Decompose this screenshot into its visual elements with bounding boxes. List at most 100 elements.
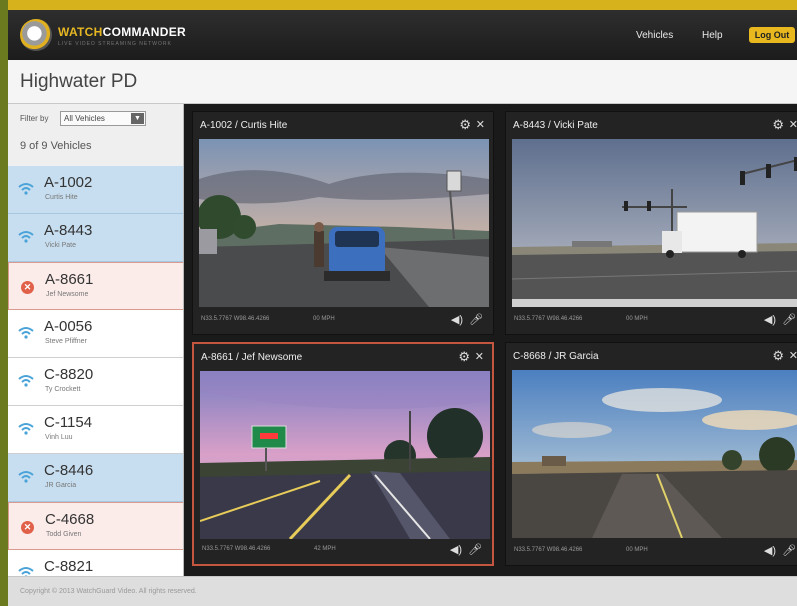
vehicle-officer: Curtis Hite <box>45 194 78 201</box>
wifi-icon <box>18 470 34 486</box>
speed-readout: 00 MPH <box>626 547 648 553</box>
microphone-icon[interactable]: 🎤︎ <box>782 313 796 326</box>
close-icon[interactable]: ✕ <box>789 118 797 131</box>
close-icon[interactable]: ✕ <box>476 118 485 131</box>
camera-header: C-8668 / JR Garcia ⚙ ✕ <box>506 343 797 369</box>
vehicle-officer: Jef Newsome <box>46 291 89 298</box>
header-bar: WATCHCOMMANDER LIVE VIDEO STREAMING NETW… <box>8 10 797 60</box>
camera-title: A-1002 / Curtis Hite <box>200 120 288 131</box>
logo-brand-a: WATCH <box>58 25 103 39</box>
app-window: WATCHCOMMANDER LIVE VIDEO STREAMING NETW… <box>8 0 797 606</box>
vehicle-id: A-8661 <box>45 271 94 288</box>
camera-header: A-1002 / Curtis Hite ⚙ ✕ <box>193 112 493 138</box>
vehicle-id: C-4668 <box>45 511 95 528</box>
gear-icon[interactable]: ⚙ <box>772 117 784 133</box>
page-header: Highwater PD <box>8 60 797 104</box>
microphone-icon[interactable]: 🎤︎ <box>468 543 482 556</box>
camera-tile[interactable]: A-8443 / Vicki Pate ⚙ ✕ N33.5.7767 W98.4… <box>505 111 797 335</box>
vehicle-officer: Steve Pfiffner <box>45 338 87 345</box>
vehicle-officer: Vicki Pate <box>45 242 76 249</box>
speed-readout: 00 MPH <box>313 316 335 322</box>
vehicle-officer: Vinh Luu <box>45 434 73 441</box>
gear-icon[interactable]: ⚙ <box>772 348 784 364</box>
gps-readout: N33.5.7767 W98.46.4266 <box>514 316 583 322</box>
wifi-icon <box>18 566 34 576</box>
camera-header: A-8443 / Vicki Pate ⚙ ✕ <box>506 112 797 138</box>
vehicle-list-item[interactable]: C-1154 Vinh Luu <box>8 406 183 454</box>
top-accent-bar <box>8 0 797 10</box>
vehicle-list-item[interactable]: C-8446 JR Garcia <box>8 454 183 502</box>
speaker-icon[interactable]: ◀) <box>764 544 776 557</box>
gear-icon[interactable]: ⚙ <box>458 349 470 365</box>
alert-x-icon: ✕ <box>21 281 34 294</box>
nav-vehicles-link[interactable]: Vehicles <box>636 30 673 41</box>
vehicle-list-item[interactable]: C-8820 Ty Crockett <box>8 358 183 406</box>
speed-readout: 00 MPH <box>626 316 648 322</box>
vehicle-count: 9 of 9 Vehicles <box>20 140 92 152</box>
wifi-icon <box>18 326 34 342</box>
chevron-down-icon: ▼ <box>131 113 144 124</box>
speaker-icon[interactable]: ◀) <box>450 543 462 556</box>
gps-readout: N33.5.7767 W98.46.4266 <box>202 546 271 552</box>
camera-title: C-8668 / JR Garcia <box>513 351 599 362</box>
close-icon[interactable]: ✕ <box>475 350 484 363</box>
camera-footer: N33.5.7767 W98.46.4266 42 MPH ◀) 🎤︎ <box>194 537 492 564</box>
vehicle-list-item[interactable]: ✕ C-4668 Todd Given <box>8 502 183 550</box>
close-icon[interactable]: ✕ <box>789 349 797 362</box>
camera-header: A-8661 / Jef Newsome ⚙ ✕ <box>194 344 492 370</box>
vehicle-list: A-1002 Curtis Hite A-8443 Vicki Pate ✕ A… <box>8 166 183 576</box>
vehicle-id: A-1002 <box>44 174 93 191</box>
vehicle-officer: Todd Given <box>46 531 82 538</box>
page-footer: Copyright © 2013 WatchGuard Video. All r… <box>8 576 797 606</box>
vehicle-id: C-8446 <box>44 462 94 479</box>
camera-tile[interactable]: A-8661 / Jef Newsome ⚙ ✕ N33.5.7767 W98.… <box>192 342 494 566</box>
wifi-icon <box>18 422 34 438</box>
wifi-icon <box>18 230 34 246</box>
gps-readout: N33.5.7767 W98.46.4266 <box>514 547 583 553</box>
vehicle-officer: Ty Crockett <box>45 386 81 393</box>
filter-label: Filter by <box>20 114 49 123</box>
logo[interactable]: WATCHCOMMANDER <box>58 25 186 39</box>
filter-select-value: All Vehicles <box>64 114 105 123</box>
logo-icon <box>20 19 52 51</box>
logo-brand-b: COMMANDER <box>102 25 186 39</box>
vehicle-id: C-1154 <box>44 414 93 431</box>
vehicle-list-item[interactable]: C-8821 <box>8 550 183 576</box>
camera-footer: N33.5.7767 W98.46.4266 00 MPH ◀) 🎤︎ <box>506 307 797 334</box>
vehicle-id: C-8820 <box>44 366 94 383</box>
vehicle-id: A-8443 <box>44 222 93 239</box>
vehicle-filter-select[interactable]: All Vehicles ▼ <box>60 111 146 126</box>
video-feed[interactable] <box>512 139 797 307</box>
camera-grid: A-1002 / Curtis Hite ⚙ ✕ N33.5.7767 W98.… <box>184 104 797 576</box>
vehicle-officer: JR Garcia <box>45 482 77 489</box>
camera-title: A-8443 / Vicki Pate <box>513 120 598 131</box>
alert-x-icon: ✕ <box>21 521 34 534</box>
gear-icon[interactable]: ⚙ <box>459 117 471 133</box>
wifi-icon <box>18 374 34 390</box>
microphone-icon[interactable]: 🎤︎ <box>469 313 483 326</box>
vehicle-list-item[interactable]: A-1002 Curtis Hite <box>8 166 183 214</box>
nav-help-link[interactable]: Help <box>702 30 723 41</box>
camera-title: A-8661 / Jef Newsome <box>201 352 303 363</box>
camera-footer: N33.5.7767 W98.46.4266 00 MPH ◀) 🎤︎ <box>193 307 493 334</box>
vehicle-id: A-0056 <box>44 318 93 335</box>
microphone-icon[interactable]: 🎤︎ <box>782 544 796 557</box>
video-feed[interactable] <box>200 371 490 539</box>
video-feed[interactable] <box>199 139 489 307</box>
gps-readout: N33.5.7767 W98.46.4266 <box>201 316 270 322</box>
speed-readout: 42 MPH <box>314 546 336 552</box>
vehicle-id: C-8821 <box>44 558 94 575</box>
logout-button[interactable]: Log Out <box>749 27 795 43</box>
copyright-text: Copyright © 2013 WatchGuard Video. All r… <box>20 588 197 595</box>
speaker-icon[interactable]: ◀) <box>764 313 776 326</box>
vehicle-list-item[interactable]: ✕ A-8661 Jef Newsome <box>8 262 183 310</box>
vehicle-sidebar: Filter by All Vehicles ▼ 9 of 9 Vehicles… <box>8 104 184 576</box>
vehicle-list-item[interactable]: A-8443 Vicki Pate <box>8 214 183 262</box>
speaker-icon[interactable]: ◀) <box>451 313 463 326</box>
video-feed[interactable] <box>512 370 797 538</box>
camera-tile[interactable]: C-8668 / JR Garcia ⚙ ✕ N33.5.7767 W98.46… <box>505 342 797 566</box>
vehicle-list-item[interactable]: A-0056 Steve Pfiffner <box>8 310 183 358</box>
wifi-icon <box>18 182 34 198</box>
camera-footer: N33.5.7767 W98.46.4266 00 MPH ◀) 🎤︎ <box>506 538 797 565</box>
camera-tile[interactable]: A-1002 / Curtis Hite ⚙ ✕ N33.5.7767 W98.… <box>192 111 494 335</box>
